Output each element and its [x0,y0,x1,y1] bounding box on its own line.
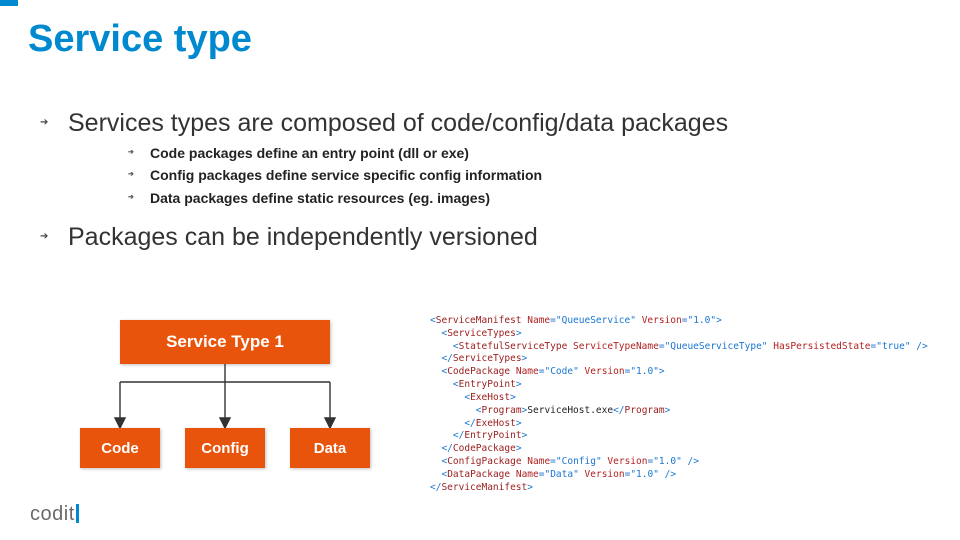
content-area: Services types are composed of code/conf… [0,61,960,252]
slide-title: Service type [0,0,960,61]
bullet-2: Packages can be independently versioned [40,223,960,252]
accent-bar [0,0,18,6]
sub-list-1: Code packages define an entry point (dll… [68,138,960,217]
sub-1-2: Config packages define service specific … [128,164,960,186]
bullet-2-text: Packages can be independently versioned [68,223,538,251]
bullet-1-text: Services types are composed of code/conf… [68,109,728,137]
bullet-list: Services types are composed of code/conf… [40,109,960,252]
diagram-area: Service Type 1 Code Config Data [80,320,370,475]
diagram-connectors [80,364,370,428]
diagram-box-service-type: Service Type 1 [120,320,330,364]
diagram-box-code: Code [80,428,160,468]
bullet-1: Services types are composed of code/conf… [40,109,960,217]
diagram-box-data: Data [290,428,370,468]
diagram-box-config: Config [185,428,265,468]
footer-logo: codit [30,503,79,526]
sub-1-1: Code packages define an entry point (dll… [128,142,960,164]
sub-1-3: Data packages define static resources (e… [128,187,960,209]
logo-bar-icon [76,504,79,523]
logo-text: codit [30,503,75,525]
xml-code-block: <ServiceManifest Name="QueueService" Ver… [430,315,930,494]
